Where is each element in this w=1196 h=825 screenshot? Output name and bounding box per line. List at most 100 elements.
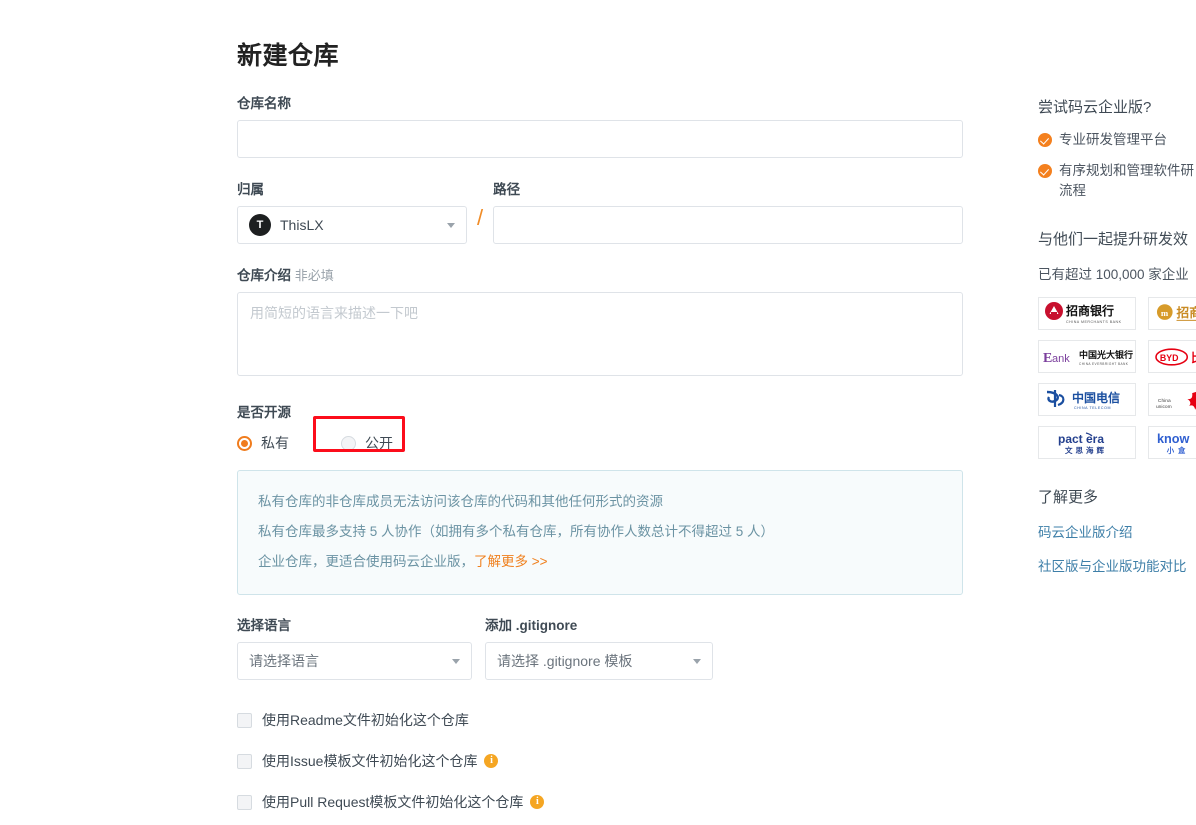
path-input[interactable] xyxy=(493,206,963,244)
description-label: 仓库介绍 非必填 xyxy=(237,267,963,285)
svg-text:unicom: unicom xyxy=(1156,403,1172,409)
sidebar-learn-more-heading: 了解更多 xyxy=(1038,489,1099,506)
radio-unselected-icon xyxy=(341,435,356,451)
visibility-label: 是否开源 xyxy=(237,405,291,420)
repository-name-label: 仓库名称 xyxy=(237,96,291,111)
sidebar-title: 尝试码云企业版? xyxy=(1038,99,1152,116)
visibility-notice-line-1: 私有仓库的非仓库成员无法访问该仓库的代码和其他任何形式的资源 xyxy=(258,494,663,509)
svg-text:China: China xyxy=(1158,397,1171,403)
logo-china-everbright-bank: E ank 中国光大银行 CHINA EVERBRIGHT BANK xyxy=(1038,340,1136,373)
svg-text:BYD: BYD xyxy=(1160,352,1179,362)
svg-text:m: m xyxy=(1161,308,1169,318)
description-label-optional: 非必填 xyxy=(294,268,334,283)
checkbox-readme[interactable] xyxy=(237,712,252,728)
visibility-radio-group: 私有 公开 xyxy=(237,416,963,457)
description-label-main: 仓库介绍 xyxy=(237,268,291,283)
svg-text:CHINA EVERBRIGHT BANK: CHINA EVERBRIGHT BANK xyxy=(1079,362,1129,366)
svg-text:know: know xyxy=(1157,431,1190,446)
checkbox-pr-template-label: 使用Pull Request模板文件初始化这个仓库 xyxy=(262,794,524,810)
chevron-down-icon xyxy=(447,223,455,228)
info-icon[interactable]: i xyxy=(484,754,499,768)
svg-text:ank: ank xyxy=(1052,353,1070,365)
svg-text:招商银行: 招商银行 xyxy=(1066,303,1114,318)
sidebar-link-enterprise-intro[interactable]: 码云企业版介绍 xyxy=(1038,521,1196,541)
logo-china-merchants-securities: m 招商 xyxy=(1148,297,1196,330)
checkbox-row-pr-template[interactable]: 使用Pull Request模板文件初始化这个仓库 i xyxy=(237,792,963,812)
enterprise-promo-sidebar: 尝试码云企业版? 专业研发管理平台 有序规划和管理软件研 流程 与他们一起提升研… xyxy=(1038,0,1196,575)
chevron-down-icon xyxy=(452,659,460,664)
logo-china-merchants-bank: 招商银行 CHINA MERCHANTS BANK xyxy=(1038,297,1136,330)
sidebar-link-version-compare[interactable]: 社区版与企业版功能对比 xyxy=(1038,555,1196,575)
owner-path-section: 归属 T ThisLX / 路径 xyxy=(237,181,963,244)
description-textarea[interactable] xyxy=(237,292,963,376)
path-separator: / xyxy=(477,205,484,230)
owner-field: 归属 T ThisLX xyxy=(237,181,467,244)
partner-logo-grid: 招商银行 CHINA MERCHANTS BANK m 招商 E ank 中国光… xyxy=(1038,297,1196,459)
info-icon[interactable]: i xyxy=(530,795,545,809)
svg-text:比亚: 比亚 xyxy=(1191,350,1196,364)
logo-byd: BYD 比亚 xyxy=(1148,340,1196,373)
visibility-option-private-label: 私有 xyxy=(261,435,289,451)
path-field: 路径 xyxy=(493,181,963,244)
visibility-option-public-label: 公开 xyxy=(365,435,393,451)
svg-text:中国光大银行: 中国光大银行 xyxy=(1079,349,1133,360)
visibility-option-public[interactable]: 公开 xyxy=(341,433,393,453)
checkbox-row-issue-template[interactable]: 使用Issue模板文件初始化这个仓库 i xyxy=(237,751,963,771)
svg-text:中国电信: 中国电信 xyxy=(1072,390,1120,405)
language-select-value: 请选择语言 xyxy=(249,653,319,669)
description-field: 仓库介绍 非必填 xyxy=(237,267,963,381)
checkbox-readme-label: 使用Readme文件初始化这个仓库 xyxy=(262,712,469,728)
repository-name-field: 仓库名称 xyxy=(237,95,963,158)
checkbox-issue-template-label: 使用Issue模板文件初始化这个仓库 xyxy=(262,753,478,769)
gitignore-field: 添加 .gitignore 请选择 .gitignore 模板 xyxy=(485,617,713,680)
sidebar-partners-heading: 与他们一起提升研发效 xyxy=(1038,231,1189,248)
new-repository-page: 新建仓库 仓库名称 归属 T ThisLX / 路径 仓库介绍 非必填 用简短的… xyxy=(0,0,1196,825)
language-gitignore-row: 选择语言 请选择语言 添加 .gitignore 请选择 .gitignore … xyxy=(237,617,963,680)
path-label: 路径 xyxy=(493,182,521,197)
visibility-notice-line-2: 私有仓库最多支持 5 人协作（如拥有多个私有仓库，所有协作人数总计不得超过 5 … xyxy=(258,524,775,539)
logo-knowbox: know 小盒 xyxy=(1148,426,1196,459)
visibility-notice-panel: 私有仓库的非仓库成员无法访问该仓库的代码和其他任何形式的资源 私有仓库最多支持 … xyxy=(237,470,963,595)
sidebar-feature-1: 专业研发管理平台 xyxy=(1038,130,1196,150)
check-circle-icon xyxy=(1038,133,1052,147)
owner-label: 归属 xyxy=(237,182,264,197)
visibility-option-private[interactable]: 私有 xyxy=(237,433,289,453)
checkbox-row-readme[interactable]: 使用Readme文件初始化这个仓库 xyxy=(237,710,963,730)
sidebar-feature-1-label: 专业研发管理平台 xyxy=(1059,132,1167,147)
svg-text:E: E xyxy=(1043,351,1052,366)
language-field: 选择语言 请选择语言 xyxy=(237,617,472,680)
svg-text:CHINA TELECOM: CHINA TELECOM xyxy=(1074,406,1111,410)
language-label: 选择语言 xyxy=(237,618,291,633)
repository-name-input[interactable] xyxy=(237,120,963,158)
visibility-notice-line-3-text: 企业仓库，更适合使用码云企业版， xyxy=(258,554,474,569)
visibility-field: 是否开源 私有 公开 私有仓库的非仓库成员无法访问该仓库的代码和其他任何形式的资… xyxy=(237,404,963,595)
learn-more-link[interactable]: 了解更多 >> xyxy=(474,554,548,569)
checkbox-pr-template[interactable] xyxy=(237,794,252,810)
logo-pactera: pact era 文思海辉 xyxy=(1038,426,1136,459)
sidebar-partner-count: 已有超过 100,000 家企业 xyxy=(1038,267,1189,282)
svg-text:CHINA MERCHANTS BANK: CHINA MERCHANTS BANK xyxy=(1066,320,1122,324)
radio-selected-icon xyxy=(237,435,252,451)
language-select[interactable]: 请选择语言 xyxy=(237,642,472,680)
gitignore-label: 添加 .gitignore xyxy=(485,618,578,633)
check-circle-icon xyxy=(1038,164,1052,178)
owner-value: ThisLX xyxy=(280,217,324,233)
svg-text:小盒: 小盒 xyxy=(1167,446,1189,455)
logo-china-telecom: 中国电信 CHINA TELECOM xyxy=(1038,383,1136,416)
checkbox-issue-template[interactable] xyxy=(237,753,252,769)
sidebar-feature-2: 有序规划和管理软件研 流程 xyxy=(1038,161,1196,201)
new-repository-form: 新建仓库 仓库名称 归属 T ThisLX / 路径 仓库介绍 非必填 用简短的… xyxy=(237,0,963,825)
svg-text:文思海辉: 文思海辉 xyxy=(1065,445,1107,455)
owner-avatar: T xyxy=(249,214,271,236)
logo-china-unicom: China unicom xyxy=(1148,383,1196,416)
sidebar-feature-2-label: 有序规划和管理软件研 流程 xyxy=(1059,163,1194,198)
svg-text:pact: pact xyxy=(1058,432,1083,446)
gitignore-select[interactable]: 请选择 .gitignore 模板 xyxy=(485,642,713,680)
svg-text:招商: 招商 xyxy=(1177,305,1196,320)
page-title: 新建仓库 xyxy=(237,42,340,70)
chevron-down-icon xyxy=(693,659,701,664)
gitignore-select-value: 请选择 .gitignore 模板 xyxy=(497,653,633,669)
owner-path-labels: 归属 T ThisLX / 路径 xyxy=(237,181,963,244)
visibility-notice-line-3: 企业仓库，更适合使用码云企业版，了解更多 >> xyxy=(258,547,942,577)
owner-select[interactable]: T ThisLX xyxy=(237,206,467,244)
